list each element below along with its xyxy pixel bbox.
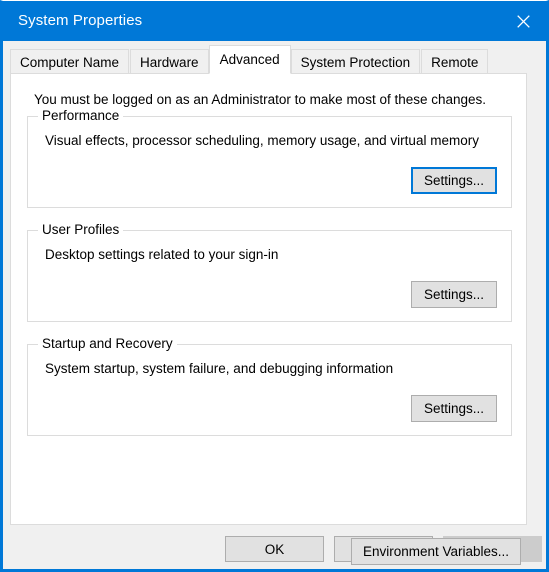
system-properties-window: System Properties Computer Name Hardware… [0, 0, 549, 572]
tab-remote[interactable]: Remote [421, 49, 489, 74]
ok-button[interactable]: OK [225, 536, 324, 562]
administrator-notice: You must be logged on as an Administrato… [34, 92, 487, 107]
startup-recovery-description: System startup, system failure, and debu… [45, 361, 394, 376]
performance-group: Performance Visual effects, processor sc… [27, 108, 512, 208]
close-icon [516, 14, 530, 28]
window-title: System Properties [18, 12, 143, 29]
title-bar: System Properties [3, 1, 546, 41]
startup-recovery-group: Startup and Recovery System startup, sys… [27, 336, 512, 436]
environment-variables-button[interactable]: Environment Variables... [351, 538, 521, 565]
startup-recovery-group-label: Startup and Recovery [38, 336, 177, 351]
performance-description: Visual effects, processor scheduling, me… [45, 133, 479, 148]
performance-settings-button[interactable]: Settings... [411, 167, 497, 194]
tab-list: Computer Name Hardware Advanced System P… [10, 45, 489, 74]
tab-hardware[interactable]: Hardware [130, 49, 209, 74]
close-button[interactable] [500, 1, 546, 41]
user-profiles-description: Desktop settings related to your sign-in [45, 247, 279, 262]
startup-recovery-settings-button[interactable]: Settings... [411, 395, 497, 422]
advanced-tab-panel: You must be logged on as an Administrato… [10, 73, 527, 565]
tab-strip: Computer Name Hardware Advanced System P… [3, 41, 546, 74]
user-profiles-group: User Profiles Desktop settings related t… [27, 222, 512, 322]
tab-system-protection[interactable]: System Protection [290, 49, 421, 74]
tab-advanced[interactable]: Advanced [208, 45, 291, 74]
tab-computer-name[interactable]: Computer Name [10, 49, 130, 74]
user-profiles-settings-button[interactable]: Settings... [411, 281, 497, 308]
performance-group-label: Performance [38, 108, 124, 123]
user-profiles-group-label: User Profiles [38, 222, 124, 237]
